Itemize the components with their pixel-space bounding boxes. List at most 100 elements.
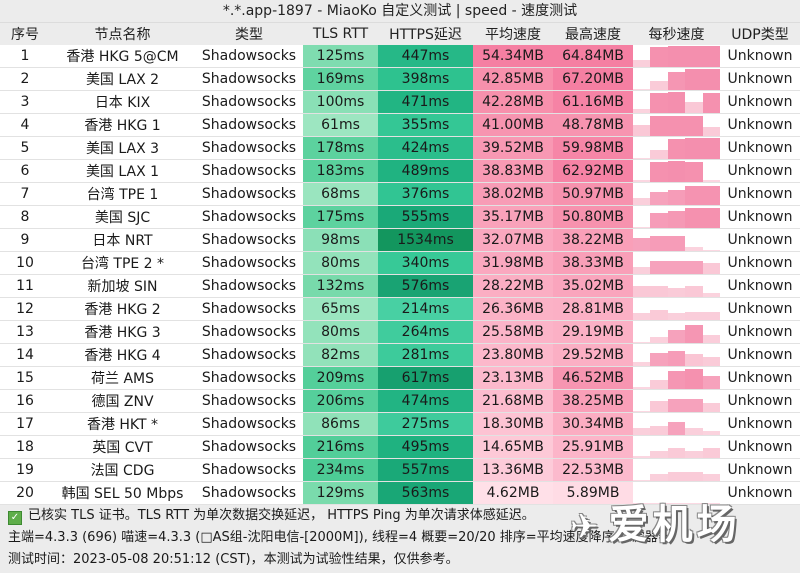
header-udp-type[interactable]: UDP类型	[720, 23, 800, 45]
cell-type: Shadowsocks	[195, 435, 303, 459]
table-row[interactable]: 5 美国 LAX 3 Shadowsocks 178ms 424ms 39.52MB 59.…	[0, 136, 800, 160]
sparkline-bar	[650, 337, 668, 343]
table-row[interactable]: 15 荷兰 AMS Shadowsocks 209ms 617ms 23.13MB 46.5…	[0, 366, 800, 390]
header-avg-speed[interactable]: 平均速度	[473, 23, 553, 45]
cell-avg-speed: 13.36MB	[473, 458, 553, 482]
cell-avg-speed: 23.13MB	[473, 366, 553, 390]
cell-avg-speed: 26.36MB	[473, 297, 553, 321]
cell-max-speed: 50.97MB	[553, 182, 633, 206]
cell-max-speed: 48.78MB	[553, 113, 633, 137]
table-row[interactable]: 7 台湾 TPE 1 Shadowsocks 68ms 376ms 38.02MB 50.9…	[0, 182, 800, 206]
cell-max-speed: 35.02MB	[553, 274, 633, 298]
sparkline-bar	[667, 161, 686, 182]
cell-index: 17	[0, 412, 50, 436]
sparkline-bar	[667, 371, 686, 389]
cell-tls-rtt: 183ms	[303, 159, 378, 183]
sparkline-bar	[650, 426, 668, 435]
cell-https-latency: 275ms	[378, 412, 473, 436]
cell-udp-type: Unknown	[720, 90, 800, 114]
cell-udp-type: Unknown	[720, 412, 800, 436]
sparkline-bar	[650, 353, 668, 366]
sparkline-bar	[633, 238, 651, 251]
cell-index: 13	[0, 320, 50, 344]
table-row[interactable]: 13 香港 HKG 3 Shadowsocks 80ms 264ms 25.58MB 29.…	[0, 320, 800, 344]
cell-type: Shadowsocks	[195, 274, 303, 298]
cell-node-name: 日本 KIX	[50, 90, 195, 114]
sparkline-bar	[702, 138, 720, 159]
cell-udp-type: Unknown	[720, 113, 800, 137]
table-row[interactable]: 4 香港 HKG 1 Shadowsocks 61ms 355ms 41.00MB 48.7…	[0, 113, 800, 137]
cell-avg-speed: 41.00MB	[473, 113, 553, 137]
sparkline-bar	[650, 162, 668, 182]
cell-udp-type: Unknown	[720, 435, 800, 459]
table-row[interactable]: 6 美国 LAX 1 Shadowsocks 183ms 489ms 38.83MB 62.…	[0, 159, 800, 183]
sparkline-bar	[702, 448, 720, 458]
tls-verified-checkbox[interactable]: ✓	[8, 511, 22, 525]
sparkline-bar	[702, 431, 720, 435]
header-node-name[interactable]: 节点名称	[50, 23, 195, 45]
cell-index: 18	[0, 435, 50, 459]
header-tls-rtt[interactable]: TLS RTT	[303, 23, 378, 45]
header-https-latency[interactable]: HTTPS延迟	[378, 23, 473, 45]
cell-node-name: 日本 NRT	[50, 228, 195, 252]
cell-https-latency: 281ms	[378, 343, 473, 367]
cell-node-name: 法国 CDG	[50, 458, 195, 482]
table-row[interactable]: 9 日本 NRT Shadowsocks 98ms 1534ms 32.07MB 38.22…	[0, 228, 800, 252]
table-row[interactable]: 19 法国 CDG Shadowsocks 234ms 557ms 13.36MB 22.5…	[0, 458, 800, 482]
sparkline-bar	[685, 428, 703, 435]
cell-max-speed: 38.25MB	[553, 389, 633, 413]
cell-index: 1	[0, 45, 50, 68]
cell-node-name: 香港 HKT *	[50, 412, 195, 436]
footer-info: ✓ 已核实 TLS 证书。TLS RTT 为单次数据交换延迟， HTTPS Pin…	[0, 505, 800, 571]
cell-avg-speed: 21.68MB	[473, 389, 553, 413]
cell-type: Shadowsocks	[195, 182, 303, 206]
cell-tls-rtt: 125ms	[303, 45, 378, 68]
cell-tls-rtt: 61ms	[303, 113, 378, 137]
header-index[interactable]: 序号	[0, 23, 50, 45]
sparkline	[633, 114, 720, 136]
cell-per-second-speed	[633, 297, 720, 321]
header-max-speed[interactable]: 最高速度	[553, 23, 633, 45]
table-row[interactable]: 3 日本 KIX Shadowsocks 100ms 471ms 42.28MB 61.16…	[0, 90, 800, 114]
cell-https-latency: 214ms	[378, 297, 473, 321]
table-row[interactable]: 16 德国 ZNV Shadowsocks 206ms 474ms 21.68MB 38.2…	[0, 389, 800, 413]
sparkline-bar	[685, 451, 703, 458]
sparkline-bar	[667, 330, 686, 343]
table-row[interactable]: 18 英国 CVT Shadowsocks 216ms 495ms 14.65MB 25.9…	[0, 435, 800, 459]
table-row[interactable]: 12 香港 HKG 2 Shadowsocks 65ms 214ms 26.36MB 28.…	[0, 297, 800, 321]
sparkline-bar	[685, 138, 703, 159]
sparkline-bar	[702, 503, 720, 504]
table-row[interactable]: 2 美国 LAX 2 Shadowsocks 169ms 398ms 42.85MB 67.…	[0, 67, 800, 91]
cell-index: 20	[0, 481, 50, 505]
table-row[interactable]: 10 台湾 TPE 2 * Shadowsocks 80ms 340ms 31.98MB 3…	[0, 251, 800, 275]
cell-https-latency: 576ms	[378, 274, 473, 298]
cell-index: 16	[0, 389, 50, 413]
table-row[interactable]: 17 香港 HKT * Shadowsocks 86ms 275ms 18.30MB 30.…	[0, 412, 800, 436]
cell-per-second-speed	[633, 481, 720, 505]
table-row[interactable]: 1 香港 HKG 5@CM Shadowsocks 125ms 447ms 54.34MB…	[0, 45, 800, 68]
cell-type: Shadowsocks	[195, 113, 303, 137]
sparkline-bar	[650, 150, 668, 159]
header-per-second-speed[interactable]: 每秒速度	[633, 23, 720, 45]
cell-node-name: 韩国 SEL 50 Mbps	[50, 481, 195, 505]
table-row[interactable]: 14 香港 HKG 4 Shadowsocks 82ms 281ms 23.80MB 29.…	[0, 343, 800, 367]
sparkline	[633, 229, 720, 251]
cell-node-name: 美国 LAX 2	[50, 67, 195, 91]
header-type[interactable]: 类型	[195, 23, 303, 45]
table-row[interactable]: 11 新加坡 SIN Shadowsocks 132ms 576ms 28.22MB 35.…	[0, 274, 800, 298]
cell-index: 19	[0, 458, 50, 482]
sparkline-bar	[650, 451, 668, 458]
cell-node-name: 香港 HKG 1	[50, 113, 195, 137]
cell-max-speed: 67.20MB	[553, 67, 633, 91]
footer-line-tls: ✓ 已核实 TLS 证书。TLS RTT 为单次数据交换延迟， HTTPS Pin…	[8, 505, 800, 527]
sparkline-bar	[667, 351, 686, 366]
cell-max-speed: 29.52MB	[553, 343, 633, 367]
table-row[interactable]: 20 韩国 SEL 50 Mbps Shadowsocks 129ms 563ms 4.6…	[0, 481, 800, 505]
sparkline	[633, 321, 720, 343]
cell-index: 9	[0, 228, 50, 252]
cell-udp-type: Unknown	[720, 136, 800, 160]
sparkline-bar	[702, 186, 720, 205]
cell-tls-rtt: 234ms	[303, 458, 378, 482]
sparkline-bar	[667, 313, 686, 320]
table-row[interactable]: 8 美国 SJC Shadowsocks 175ms 555ms 35.17MB 50.80…	[0, 205, 800, 229]
